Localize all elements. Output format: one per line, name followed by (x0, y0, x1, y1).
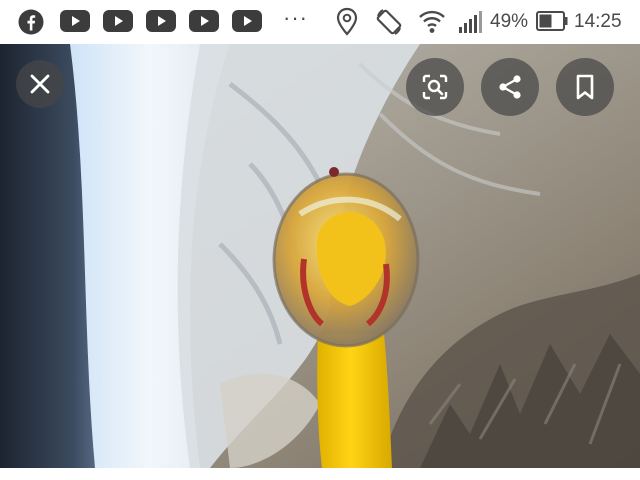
lens-search-icon (422, 74, 448, 100)
close-icon (30, 74, 50, 94)
more-notifications-indicator: ··· (283, 5, 308, 30)
auto-rotate-icon (374, 7, 404, 42)
bookmark-button[interactable] (556, 58, 614, 116)
youtube-icon (103, 10, 133, 32)
battery-icon (536, 11, 568, 36)
facebook-icon (18, 9, 44, 40)
clock: 14:25 (574, 11, 622, 32)
share-icon (499, 75, 521, 99)
bottom-strip (0, 468, 640, 480)
bookmark-icon (576, 74, 594, 100)
location-icon (336, 7, 358, 42)
lens-search-button[interactable] (406, 58, 464, 116)
photo-viewer[interactable] (0, 44, 640, 468)
signal-icon (458, 10, 484, 39)
share-button[interactable] (481, 58, 539, 116)
youtube-icon (60, 10, 90, 32)
youtube-icon (146, 10, 176, 32)
youtube-icon (232, 10, 262, 32)
photo-image (0, 44, 640, 468)
status-bar: ··· 49% 14:25 (0, 0, 640, 44)
wifi-icon (418, 8, 446, 41)
youtube-icon (189, 10, 219, 32)
close-button[interactable] (16, 60, 64, 108)
battery-percentage: 49% (490, 11, 529, 32)
